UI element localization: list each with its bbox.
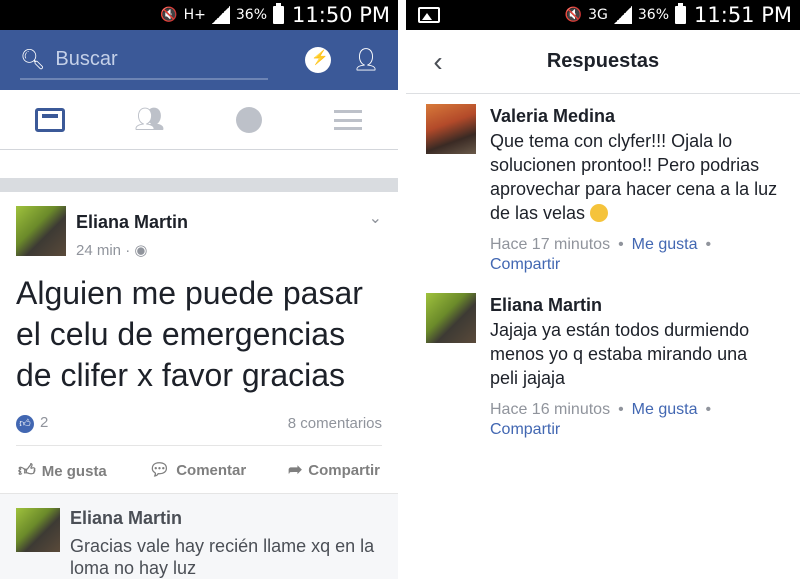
chevron-down-icon[interactable]: ⌄	[369, 208, 382, 228]
messenger-icon	[305, 47, 331, 73]
search-bar[interactable]: 🔍︎	[20, 40, 268, 80]
post-header: Eliana Martin 24 min · ◉	[16, 206, 382, 259]
right-screen: 🔇 3G 36% 11:51 PM ‹ Respuestas Valeria M…	[406, 0, 800, 579]
status-bar: 🔇 3G 36% 11:51 PM	[406, 0, 800, 30]
back-button[interactable]: ‹	[418, 42, 458, 82]
like-count-value: 2	[40, 414, 49, 431]
avatar[interactable]	[16, 206, 66, 256]
network-type: 3G	[588, 7, 608, 23]
reply-like-link[interactable]: Me gusta	[632, 236, 698, 253]
reply-avatar[interactable]	[426, 293, 476, 343]
friend-requests-button[interactable]: 👤︎	[350, 44, 382, 76]
post-timestamp: 24 min · ◉	[76, 242, 148, 259]
messenger-button[interactable]	[302, 44, 334, 76]
tab-menu[interactable]	[299, 90, 399, 150]
reply-item: Valeria Medina Que tema con clyfer!!! Oj…	[406, 94, 800, 275]
status-bar: 🔇 H+ 36% 11:50 PM	[0, 0, 398, 30]
reply-text: Que tema con clyfer!!! Ojala lo solucion…	[490, 129, 780, 225]
menu-icon	[334, 109, 363, 130]
battery-percent: 36%	[235, 7, 268, 23]
signal-icon	[613, 6, 632, 24]
reply-share-link[interactable]: Compartir	[490, 421, 560, 438]
tab-bar: 👥︎	[0, 90, 398, 150]
battery-icon	[273, 3, 285, 24]
reply-avatar[interactable]	[426, 104, 476, 154]
spacer	[0, 150, 398, 178]
replies-header: ‹ Respuestas	[406, 30, 800, 94]
share-icon: ➦	[288, 459, 303, 479]
search-input[interactable]	[55, 47, 256, 71]
tab-notifications[interactable]	[199, 90, 299, 150]
reply-like-link[interactable]: Me gusta	[632, 401, 698, 418]
comment-button[interactable]: 💬︎ Comentar	[149, 460, 247, 481]
tab-friends[interactable]: 👥︎	[100, 90, 200, 150]
post-stats: 👍︎ 2 8 comentarios	[16, 414, 382, 446]
comment-text: Gracias vale hay recién llame xq en la l…	[70, 536, 375, 578]
comment-icon: 💬︎	[148, 459, 171, 479]
news-feed-icon	[34, 107, 65, 132]
like-label: Me gusta	[41, 462, 107, 480]
comment-count[interactable]: 8 comentarios	[288, 415, 382, 432]
reply-author[interactable]: Valeria Medina	[490, 106, 780, 127]
image-notification-icon	[418, 7, 440, 23]
screen-divider	[398, 0, 406, 579]
mute-icon: 🔇	[564, 7, 583, 23]
reply-author[interactable]: Eliana Martin	[490, 295, 780, 316]
clock: 11:51 PM	[694, 3, 792, 27]
clock: 11:50 PM	[292, 3, 390, 27]
thumbs-up-icon: 👍︎	[18, 460, 36, 480]
reply-time: Hace 17 minutos	[490, 236, 611, 253]
like-badge-icon: 👍︎	[16, 414, 34, 433]
chevron-left-icon: ‹	[433, 45, 443, 77]
battery-percent: 36%	[637, 7, 670, 23]
comment-avatar[interactable]	[16, 508, 60, 552]
signal-icon	[211, 6, 230, 24]
post-time: 24 min	[76, 242, 122, 259]
smile-emoji-icon	[590, 204, 609, 222]
comment-label: Comentar	[176, 461, 247, 479]
left-screen: 🔇 H+ 36% 11:50 PM 🔍︎ 👤︎ 👥︎ Eliana Martin	[0, 0, 398, 579]
search-icon: 🔍︎	[20, 48, 46, 71]
comment-author[interactable]: Eliana Martin	[70, 508, 382, 529]
battery-icon	[675, 3, 687, 24]
globe-icon	[235, 106, 262, 133]
reply-text: Jajaja ya están todos durmiendo menos yo…	[490, 320, 750, 388]
post-actions: 👍︎ Me gusta 💬︎ Comentar ➦ Compartir	[16, 446, 382, 495]
reply-share-link[interactable]: Compartir	[490, 256, 560, 273]
comment-item: Eliana Martin Gracias vale hay recién ll…	[0, 493, 398, 579]
reply-text-content: Que tema con clyfer!!! Ojala lo solucion…	[490, 131, 778, 223]
tab-news-feed[interactable]	[0, 90, 100, 150]
app-header: 🔍︎ 👤︎	[0, 30, 398, 90]
page-title: Respuestas	[546, 50, 660, 72]
reply-meta: Hace 16 minutos • Me gusta • Compartir	[490, 401, 712, 438]
share-label: Compartir	[308, 461, 380, 479]
mute-icon: 🔇	[160, 7, 178, 23]
feed-divider	[0, 178, 398, 192]
post-author[interactable]: Eliana Martin	[76, 212, 188, 233]
reply-meta: Hace 17 minutos • Me gusta • Compartir	[490, 236, 712, 273]
network-type: H+	[183, 7, 206, 23]
share-button[interactable]: ➦ Compartir	[288, 460, 380, 481]
like-count[interactable]: 👍︎ 2	[16, 414, 48, 433]
reply-item: Eliana Martin Jajaja ya están todos durm…	[406, 275, 800, 440]
reply-time: Hace 16 minutos	[490, 401, 611, 418]
friends-icon: 👥︎	[134, 106, 165, 133]
globe-privacy-icon: ◉	[134, 242, 148, 259]
like-button[interactable]: 👍︎ Me gusta	[18, 460, 107, 481]
friend-requests-icon: 👤︎	[352, 47, 380, 72]
post-text: Alguien me puede pasar el celu de emerge…	[16, 275, 363, 393]
post-card: Eliana Martin 24 min · ◉ ⌄ Alguien me pu…	[0, 192, 398, 505]
